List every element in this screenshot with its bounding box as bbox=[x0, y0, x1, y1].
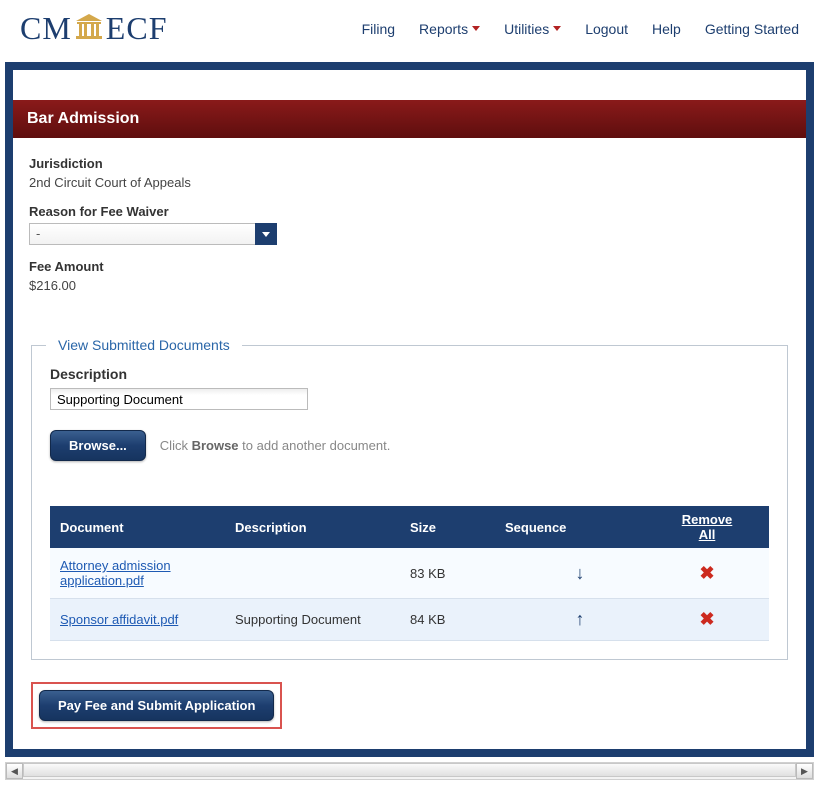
nav-item-utilities[interactable]: Utilities bbox=[504, 21, 561, 37]
row-size: 83 KB bbox=[400, 548, 495, 599]
remove-icon[interactable]: ✖ bbox=[699, 609, 714, 629]
reason-label: Reason for Fee Waiver bbox=[29, 204, 790, 219]
document-link[interactable]: Attorney admission application.pdf bbox=[60, 558, 171, 588]
th-remove-all[interactable]: Remove All bbox=[665, 506, 749, 548]
th-document: Document bbox=[50, 506, 225, 548]
courthouse-icon bbox=[74, 14, 104, 43]
nav-menu: Filing Reports Utilities Logout Help Get… bbox=[362, 21, 799, 37]
arrow-down-icon[interactable]: ↓ bbox=[576, 563, 585, 583]
nav-item-help[interactable]: Help bbox=[652, 21, 681, 37]
fee-field: Fee Amount $216.00 bbox=[29, 259, 790, 293]
submit-highlight: Pay Fee and Submit Application bbox=[31, 682, 282, 729]
caret-down-icon bbox=[553, 26, 561, 31]
reason-dropdown[interactable]: - bbox=[29, 223, 277, 245]
logo: CM ECF bbox=[20, 10, 167, 47]
browse-button[interactable]: Browse... bbox=[50, 430, 146, 461]
nav-item-logout[interactable]: Logout bbox=[585, 21, 628, 37]
row-size: 84 KB bbox=[400, 599, 495, 641]
dropdown-toggle[interactable] bbox=[255, 223, 277, 245]
jurisdiction-value: 2nd Circuit Court of Appeals bbox=[29, 175, 790, 190]
scroll-thumb[interactable] bbox=[23, 763, 796, 777]
top-nav: CM ECF Filing Reports Utilities Logout H… bbox=[0, 0, 819, 62]
description-input[interactable] bbox=[50, 388, 308, 410]
page-title: Bar Admission bbox=[13, 100, 806, 138]
triangle-down-icon bbox=[262, 232, 270, 237]
remove-icon[interactable]: ✖ bbox=[699, 563, 714, 583]
documents-table: Document Description Size Sequence Remov… bbox=[50, 506, 769, 641]
document-link[interactable]: Sponsor affidavit.pdf bbox=[60, 612, 178, 627]
horizontal-scrollbar[interactable]: ◀ ▶ bbox=[5, 762, 814, 780]
scroll-left-button[interactable]: ◀ bbox=[6, 763, 23, 779]
fieldset-legend: View Submitted Documents bbox=[46, 337, 242, 353]
jurisdiction-field: Jurisdiction 2nd Circuit Court of Appeal… bbox=[29, 156, 790, 190]
fee-value: $216.00 bbox=[29, 278, 790, 293]
row-description bbox=[225, 548, 400, 599]
scroll-right-button[interactable]: ▶ bbox=[796, 763, 813, 779]
jurisdiction-label: Jurisdiction bbox=[29, 156, 790, 171]
nav-item-getting-started[interactable]: Getting Started bbox=[705, 21, 799, 37]
pay-fee-submit-button[interactable]: Pay Fee and Submit Application bbox=[39, 690, 274, 721]
arrow-up-icon[interactable]: ↑ bbox=[576, 609, 585, 629]
table-row: Attorney admission application.pdf 83 KB… bbox=[50, 548, 769, 599]
main-frame: Bar Admission Jurisdiction 2nd Circuit C… bbox=[5, 62, 814, 757]
documents-fieldset: View Submitted Documents Description Bro… bbox=[31, 345, 788, 660]
description-label: Description bbox=[50, 366, 769, 382]
caret-down-icon bbox=[472, 26, 480, 31]
reason-selected: - bbox=[29, 223, 255, 245]
logo-ecf: ECF bbox=[106, 10, 168, 47]
th-sequence: Sequence bbox=[495, 506, 665, 548]
th-spacer bbox=[749, 506, 769, 548]
browse-hint: Click Browse to add another document. bbox=[160, 438, 391, 453]
nav-item-filing[interactable]: Filing bbox=[362, 21, 395, 37]
logo-cm: CM bbox=[20, 10, 72, 47]
th-description: Description bbox=[225, 506, 400, 548]
nav-item-reports[interactable]: Reports bbox=[419, 21, 480, 37]
form-content: Jurisdiction 2nd Circuit Court of Appeal… bbox=[13, 138, 806, 325]
table-row: Sponsor affidavit.pdf Supporting Documen… bbox=[50, 599, 769, 641]
reason-field: Reason for Fee Waiver - bbox=[29, 204, 790, 245]
scroll-track[interactable] bbox=[23, 763, 796, 779]
fee-label: Fee Amount bbox=[29, 259, 790, 274]
row-description: Supporting Document bbox=[225, 599, 400, 641]
th-size: Size bbox=[400, 506, 495, 548]
